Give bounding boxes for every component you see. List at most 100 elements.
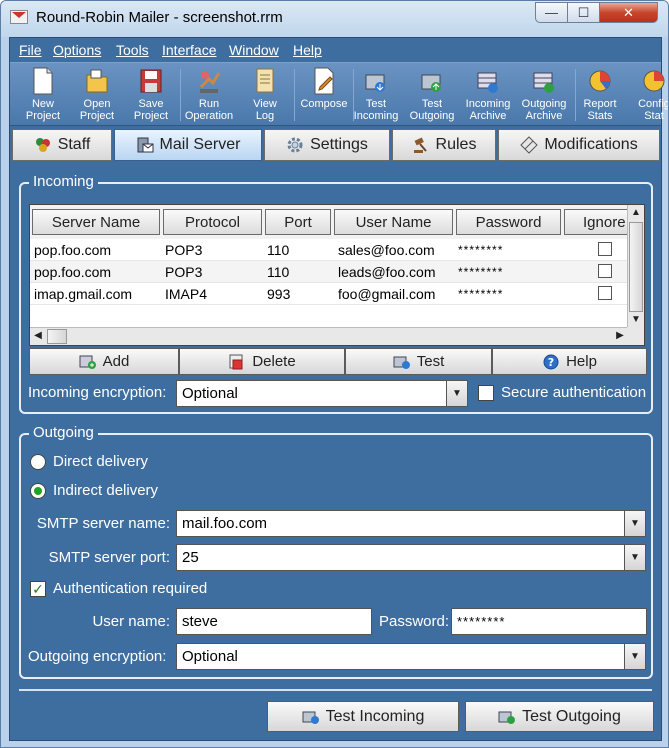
compose-button[interactable]: Compose [296,65,352,125]
username-input[interactable]: steve [176,608,372,635]
report-stats-icon [589,70,611,92]
test-incoming-icon [365,74,385,92]
outgoing-encryption-select[interactable]: Optional ▼ [176,643,646,670]
indirect-delivery-radio[interactable] [30,483,46,499]
authentication-required-checkbox[interactable]: ✓ [30,581,46,597]
compose-icon [314,67,334,95]
toolbar-label: Report [583,98,617,110]
svg-text:?: ? [548,356,554,369]
vertical-scrollbar[interactable]: ▲ ▼ [627,205,644,328]
test-outgoing-button[interactable]: Test Outgoing [465,701,654,732]
column-header-password[interactable]: Password [456,209,561,235]
open-project-button[interactable]: Open Project [70,65,124,125]
tab-modifications[interactable]: Modifications [498,129,660,161]
toolbar-label: Run [198,98,220,110]
smtp-server-name-select[interactable]: mail.foo.com ▼ [176,510,646,537]
column-header-protocol[interactable]: Protocol [163,209,262,235]
menu-file[interactable]: File [19,42,42,58]
scroll-right-arrow-icon[interactable]: ▶ [612,328,628,344]
test-incoming-button[interactable]: Test Incoming [267,701,459,732]
test-server-button[interactable]: Test [345,348,492,375]
report-stats-button[interactable]: Report Stats [573,65,627,125]
scroll-corner [627,327,644,345]
new-project-button[interactable]: New Project [16,65,70,125]
menu-interface[interactable]: Interface [162,42,216,58]
vertical-scroll-thumb[interactable] [629,222,643,312]
column-header-port[interactable]: Port [265,209,331,235]
modifications-icon [520,136,539,154]
toolbar-label: Incoming [465,98,511,110]
table-row[interactable]: pop.foo.com POP3 110 leads@foo.com *****… [30,261,628,283]
table-row[interactable]: pop.foo.com POP3 110 sales@foo.com *****… [30,239,628,261]
chevron-down-icon[interactable]: ▼ [624,511,645,536]
chevron-down-icon[interactable]: ▼ [446,381,467,406]
window-title: Round-Robin Mailer - screenshot.rrm [36,9,283,26]
tab-settings[interactable]: Settings [264,129,390,161]
cell-protocol: IMAP4 [165,286,208,302]
new-project-icon [33,67,53,95]
tab-mail-server[interactable]: Mail Server [114,129,262,161]
maximize-button[interactable]: ☐ [567,2,600,23]
save-project-icon [140,69,162,93]
config-stats-icon [643,70,665,92]
tab-rules[interactable]: Rules [392,129,496,161]
menu-window[interactable]: Window [229,42,279,58]
outgoing-archive-icon [533,72,554,93]
view-log-button[interactable]: View Log [238,65,292,125]
incoming-servers-table[interactable]: Server Name Protocol Port User Name Pass… [29,204,645,346]
ignore-checkbox[interactable] [598,242,612,256]
staff-icon [35,138,50,152]
test-incoming-icon [302,711,319,724]
test-outgoing-toolbar-button[interactable]: Test Outgoing [404,65,460,125]
outgoing-group-title: Outgoing [29,424,98,441]
title-bar[interactable]: Round-Robin Mailer - screenshot.rrm — ☐ … [1,1,668,37]
toolbar-label: Compose [300,98,348,110]
smtp-server-name-value: mail.foo.com [182,515,268,532]
help-button[interactable]: ? Help [492,348,647,375]
scroll-down-arrow-icon[interactable]: ▼ [628,312,644,328]
password-input[interactable]: ******** [451,608,647,635]
incoming-archive-button[interactable]: Incoming Archive [459,65,517,125]
test-outgoing-label: Test Outgoing [522,707,621,725]
horizontal-scroll-thumb[interactable] [47,329,67,344]
table-row[interactable]: imap.gmail.com IMAP4 993 foo@gmail.com *… [30,283,628,305]
column-header-server-name[interactable]: Server Name [32,209,160,235]
toolbar-label: Operation [184,110,234,122]
chevron-down-icon[interactable]: ▼ [624,644,645,669]
smtp-server-port-select[interactable]: 25 ▼ [176,544,646,571]
delete-icon [229,354,243,369]
help-icon: ? [543,354,559,369]
scroll-up-arrow-icon[interactable]: ▲ [628,205,644,221]
chevron-down-icon[interactable]: ▼ [624,545,645,570]
menu-tools[interactable]: Tools [116,42,149,58]
toolbar-label: Test [421,98,443,110]
outgoing-archive-button[interactable]: Outgoing Archive [515,65,573,125]
cell-password: ******** [458,287,504,301]
scroll-left-arrow-icon[interactable]: ◀ [30,328,46,344]
secure-authentication-label: Secure authentication [501,384,647,401]
test-incoming-toolbar-button[interactable]: Test Incoming [348,65,404,125]
column-header-ignore[interactable]: Ignore [564,209,634,235]
column-header-user-name[interactable]: User Name [334,209,453,235]
incoming-encryption-select[interactable]: Optional ▼ [176,380,468,407]
save-project-button[interactable]: Save Project [124,65,178,125]
horizontal-scrollbar[interactable]: ◀ ▶ [30,327,628,345]
mail-server-icon [137,137,154,153]
delete-server-button[interactable]: Delete [179,348,345,375]
ignore-checkbox[interactable] [598,286,612,300]
run-operation-button[interactable]: Run Operation [182,65,236,125]
toolbar-label: Archive [525,110,563,122]
secure-authentication-checkbox[interactable] [478,385,494,401]
add-server-button[interactable]: Add [29,348,179,375]
tab-staff[interactable]: Staff [12,129,112,161]
menu-help[interactable]: Help [293,42,322,58]
direct-delivery-label: Direct delivery [53,453,149,470]
menu-bar: File Options Tools Interface Window Help [10,38,661,62]
menu-options[interactable]: Options [53,42,101,58]
config-stats-button[interactable]: Config Stat [627,65,668,125]
incoming-encryption-label: Incoming encryption: [28,384,167,401]
minimize-button[interactable]: — [535,2,568,23]
direct-delivery-radio[interactable] [30,454,46,470]
ignore-checkbox[interactable] [598,264,612,278]
close-button[interactable]: ✕ [599,2,658,23]
